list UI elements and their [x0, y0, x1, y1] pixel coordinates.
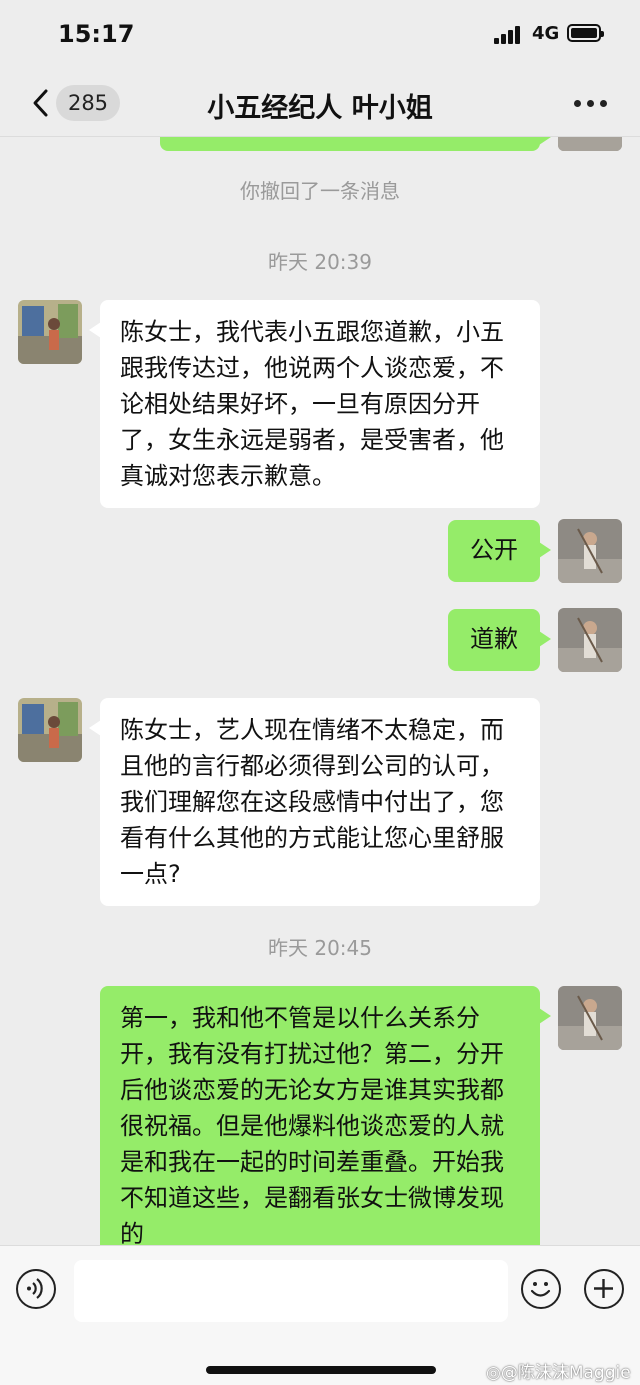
- chat-header: 285 小五经纪人 叶小姐: [0, 72, 640, 137]
- message-bubble-other[interactable]: 陈女士，艺人现在情绪不太稳定，而且他的言行都必须得到公司的认可，我们理解您在这段…: [89, 698, 540, 906]
- timestamp: 昨天 20:39: [268, 250, 372, 274]
- message-input[interactable]: [74, 1260, 508, 1322]
- message-text: 陈女士，我代表小五跟您道歉，小五跟我传达过，他说两个人谈恋爱，不论相处结果好坏，…: [120, 318, 504, 490]
- avatar-self[interactable]: [558, 986, 622, 1050]
- status-time: 15:17: [58, 20, 135, 48]
- message-bubble-other[interactable]: 陈女士，我代表小五跟您道歉，小五跟我传达过，他说两个人谈恋爱，不论相处结果好坏，…: [89, 300, 540, 508]
- message-text: 公开: [470, 536, 518, 564]
- signal-icon: [494, 26, 522, 44]
- message-text: 陈女士，艺人现在情绪不太稳定，而且他的言行都必须得到公司的认可，我们理解您在这段…: [120, 716, 504, 888]
- message-bubble-self[interactable]: 道歉: [448, 609, 551, 671]
- message-bubble-self-partial[interactable]: [160, 137, 551, 151]
- avatar-self[interactable]: [558, 608, 622, 672]
- voice-icon[interactable]: [16, 1269, 56, 1309]
- message-list[interactable]: 你撤回了一条消息 昨天 20:39 陈女士，我代表小五跟您道歉，小五跟我传达过，…: [0, 137, 640, 1245]
- battery-icon: [567, 24, 604, 42]
- plus-icon[interactable]: [584, 1269, 624, 1309]
- more-dots-icon[interactable]: [574, 100, 608, 108]
- message-text: 道歉: [470, 625, 518, 653]
- watermark: ◎@陈沫沫Maggie: [486, 1363, 631, 1383]
- chat-title: 小五经纪人 叶小姐: [207, 93, 433, 124]
- weibo-logo-icon: ◎: [486, 1363, 501, 1383]
- message-bubble-self[interactable]: 公开: [448, 520, 551, 582]
- message-bubble-self[interactable]: 第一，我和他不管是以什么关系分开，我有没有打扰过他？第二，分开后他谈恋爱的无论女…: [100, 986, 551, 1245]
- timestamp: 昨天 20:45: [268, 936, 372, 960]
- emoji-icon[interactable]: [521, 1269, 561, 1309]
- avatar-other[interactable]: [18, 698, 82, 762]
- network-type: 4G: [532, 23, 560, 44]
- avatar-self[interactable]: [558, 519, 622, 583]
- home-indicator: [206, 1366, 436, 1374]
- recalled-notice: 你撤回了一条消息: [240, 179, 400, 203]
- avatar-self[interactable]: [558, 137, 622, 151]
- message-text: 第一，我和他不管是以什么关系分开，我有没有打扰过他？第二，分开后他谈恋爱的无论女…: [120, 1004, 504, 1245]
- input-bar: ◎@陈沫沫Maggie: [0, 1245, 640, 1385]
- status-bar: 15:17 4G: [0, 0, 640, 72]
- avatar-other[interactable]: [18, 300, 82, 364]
